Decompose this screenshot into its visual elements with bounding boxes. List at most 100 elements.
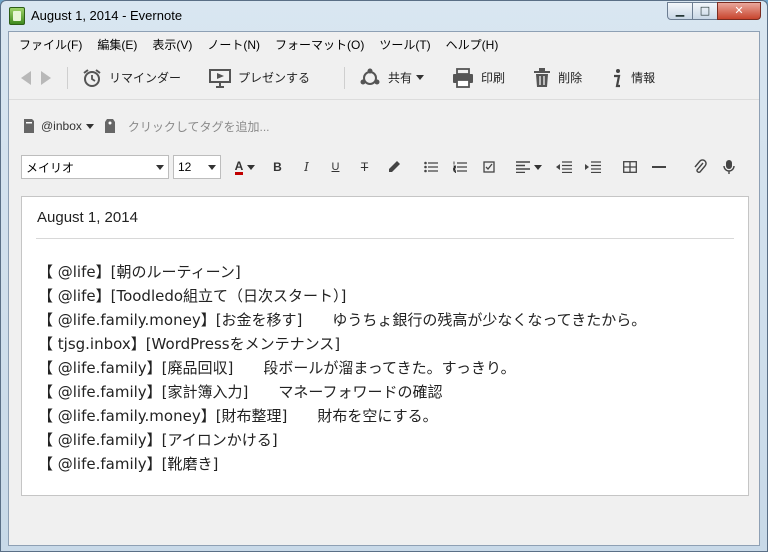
delete-button[interactable]: 削除 [533,67,583,88]
numbered-list-icon [452,161,467,173]
checkbox-button[interactable] [474,161,503,173]
share-dropdown-icon [416,75,425,80]
strikethrough-icon: T [360,160,369,174]
notebook-selector[interactable]: @inbox [41,119,82,133]
horizontal-rule-icon [651,166,666,168]
window-title: August 1, 2014 - Evernote [31,8,183,23]
note-line: 【 @life】[朝のルーティーン] [38,263,241,281]
menu-bar: ファイル(F) 編集(E) 表示(V) ノート(N) フォーマット(O) ツール… [9,32,759,56]
menu-edit[interactable]: 編集(E) [97,36,137,53]
print-label: 印刷 [481,71,506,85]
alarm-clock-icon [83,68,101,87]
evernote-app-icon [9,7,25,25]
outdent-button[interactable] [549,161,578,173]
title-bar[interactable]: August 1, 2014 - Evernote ▁ □ ✕ [1,1,767,31]
note-editor[interactable]: August 1, 2014 【 @life】[朝のルーティーン] 【 @lif… [21,196,749,496]
chevron-down-icon [156,164,164,170]
note-line: 【 @life.family】[靴磨き] [38,455,219,473]
note-title[interactable]: August 1, 2014 [37,209,138,226]
font-family-select[interactable]: メイリオ [21,155,169,179]
note-line: 【 @life】[Toodledo組立て（日次スタート）] [38,287,347,305]
close-button[interactable]: ✕ [717,2,761,20]
delete-label: 削除 [558,71,583,85]
align-left-icon [516,161,530,173]
maximize-button[interactable]: □ [692,2,718,20]
bullet-list-icon [423,161,438,173]
add-tag-input[interactable]: クリックしてタグを追加... [128,118,270,135]
toolbar-divider [67,66,68,89]
highlighter-icon [388,161,400,172]
note-toolbar: リマインダー プレゼンする 共有 印刷 削除 情報 [9,56,759,100]
strikethrough-button[interactable]: T [350,160,379,174]
outdent-icon [555,161,572,173]
table-button[interactable] [615,161,644,173]
reminder-label: リマインダー [109,71,182,85]
menu-tools[interactable]: ツール(T) [379,36,430,53]
text-color-button[interactable]: A [227,160,263,175]
menu-help[interactable]: ヘルプ(H) [446,36,499,53]
present-button[interactable]: プレゼンする [209,68,310,88]
info-icon [614,68,621,87]
font-size-value: 12 [178,160,192,174]
forward-arrow-icon[interactable] [41,70,51,85]
note-line: 【 @life.family.money】[財布整理] 財布を空にする。 [38,407,438,425]
checkbox-icon [482,161,495,173]
info-label: 情報 [631,71,656,85]
bold-icon: B [273,160,282,174]
note-line: 【 @life.family】[家計簿入力] マネーフォワードの確認 [38,383,443,401]
note-line: 【 @life.family】[廃品回収] 段ボールが溜まってきた。すっきり。 [38,359,516,377]
microphone-icon [722,160,735,174]
note-line: 【 @life.family】[アイロンかける] [38,431,278,449]
underline-icon: U [331,161,340,173]
notebook-dropdown-icon[interactable] [85,123,94,129]
toolbar-divider [344,66,346,89]
underline-button[interactable]: U [321,161,350,173]
share-label: 共有 [388,71,413,85]
chevron-down-icon [208,164,216,170]
attach-button[interactable] [685,159,714,175]
share-icon [360,68,380,85]
italic-button[interactable]: I [292,160,321,174]
printer-icon [453,67,474,88]
reminder-button[interactable]: リマインダー [82,68,181,88]
font-size-select[interactable]: 12 [173,155,221,179]
present-label: プレゼンする [238,71,311,85]
print-button[interactable]: 印刷 [452,67,506,88]
bullet-list-button[interactable] [416,161,445,173]
evernote-window: August 1, 2014 - Evernote ▁ □ ✕ ファイル(F) … [0,0,768,552]
text-color-icon: A [234,158,244,175]
tag-bar: @inbox クリックしてタグを追加... [9,100,759,152]
horizontal-rule-button[interactable] [644,165,673,169]
client-area: ファイル(F) 編集(E) 表示(V) ノート(N) フォーマット(O) ツール… [8,31,760,546]
numbered-list-button[interactable] [445,161,474,173]
menu-note[interactable]: ノート(N) [207,36,260,53]
chevron-down-icon [247,164,256,170]
indent-icon [584,161,601,173]
align-button[interactable] [509,161,549,173]
record-audio-button[interactable] [714,159,743,175]
trash-icon [534,67,551,87]
paperclip-icon [693,159,707,173]
highlight-button[interactable] [379,160,408,174]
tag-icon [104,119,115,133]
presentation-icon [209,68,232,88]
bold-button[interactable]: B [263,160,292,174]
italic-icon: I [304,160,309,174]
indent-button[interactable] [578,161,607,173]
note-line: 【 @life.family.money】[お金を移す] ゆうちょ銀行の残高が少… [38,311,647,329]
menu-file[interactable]: ファイル(F) [19,36,82,53]
back-arrow-icon[interactable] [21,70,31,85]
title-divider [36,238,734,239]
table-icon [622,161,637,173]
chevron-down-icon [534,164,542,170]
share-button[interactable]: 共有 [359,68,425,88]
font-family-value: メイリオ [26,160,75,175]
minimize-button[interactable]: ▁ [667,2,693,20]
window-controls: ▁ □ ✕ [667,2,761,20]
note-body[interactable]: 【 @life】[朝のルーティーン] 【 @life】[Toodledo組立て（… [38,260,646,476]
note-line: 【 tjsg.inbox】[WordPressをメンテナンス] [38,335,341,353]
menu-format[interactable]: フォーマット(O) [275,36,364,53]
info-button[interactable]: 情報 [610,68,655,88]
menu-view[interactable]: 表示(V) [152,36,192,53]
notebook-icon [24,119,34,133]
